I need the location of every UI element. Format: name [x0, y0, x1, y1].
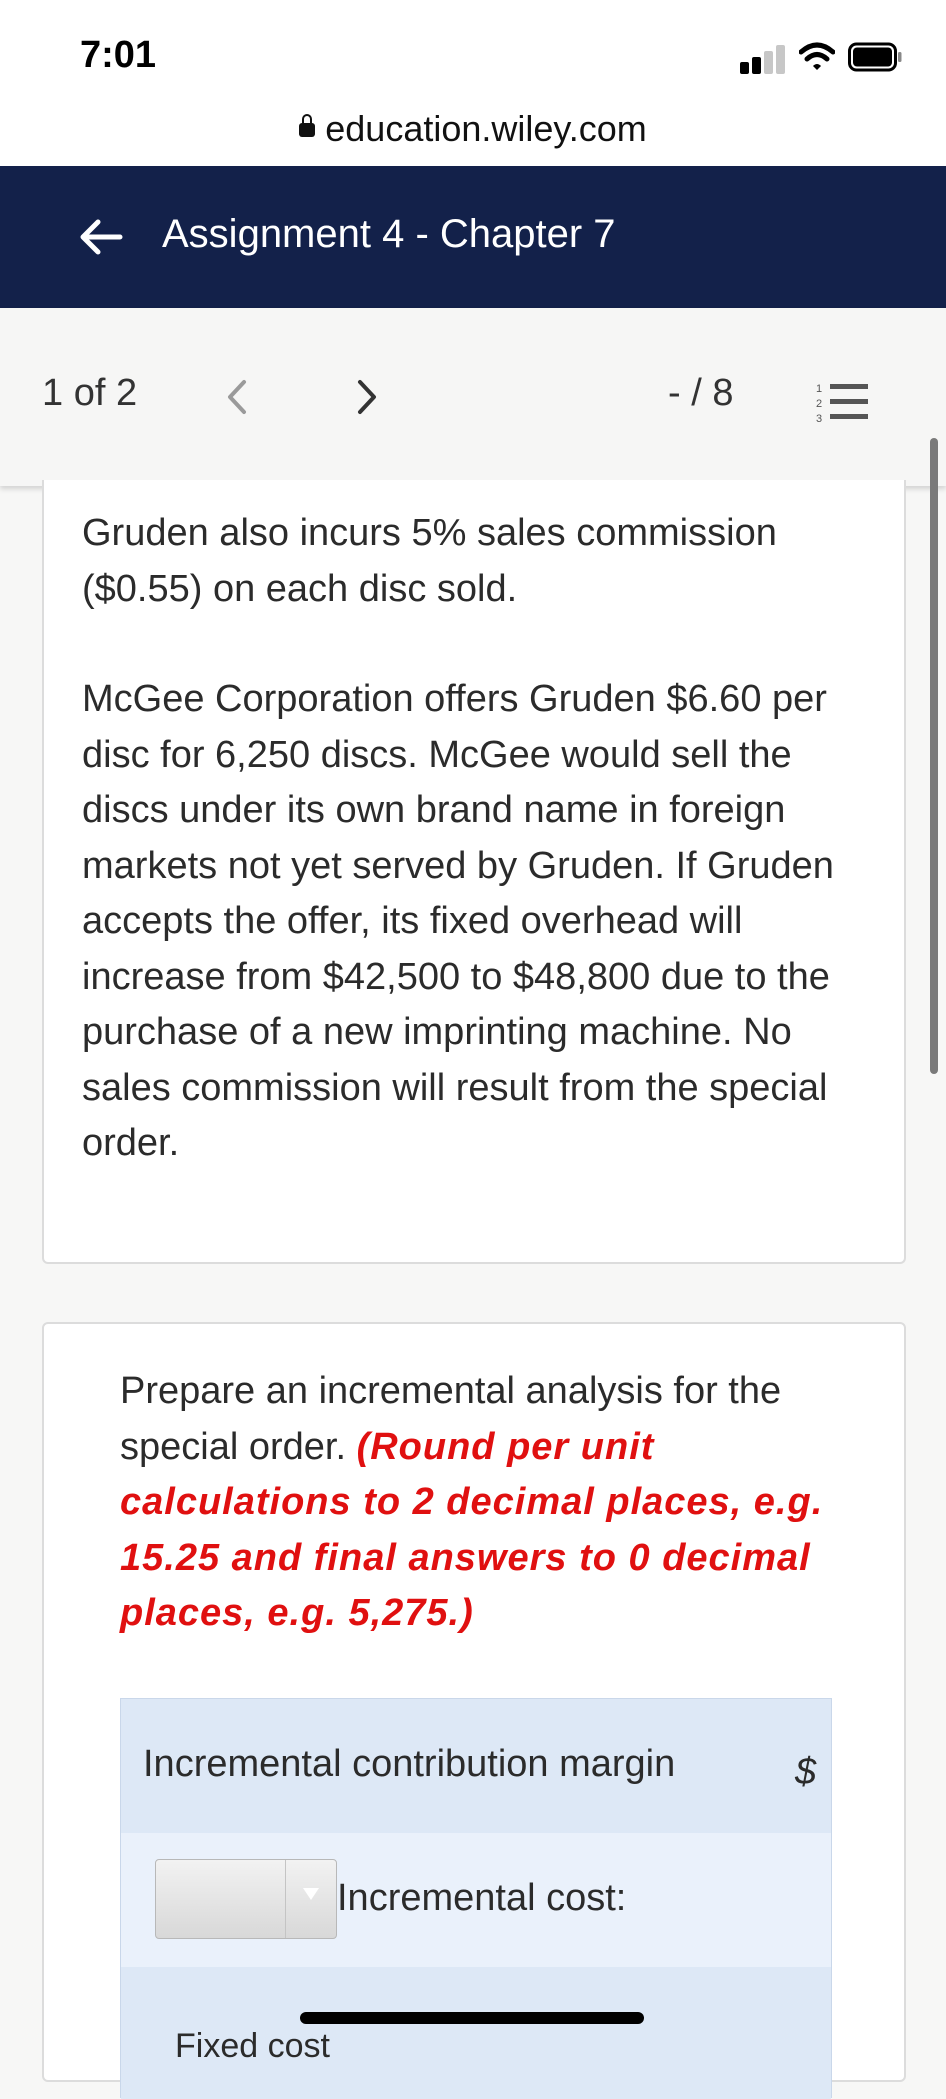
url-text: education.wiley.com	[325, 108, 647, 149]
back-arrow-icon[interactable]	[76, 212, 126, 262]
question-score: - / 8	[668, 372, 734, 414]
assignment-title: Assignment 4 - Chapter 7	[162, 212, 616, 256]
contribution-margin-label: Incremental contribution margin	[143, 1743, 676, 1785]
status-bar: 7:01	[0, 0, 946, 108]
currency-symbol: $	[795, 1751, 817, 1793]
question-paragraph-1: Gruden also incurs 5% sales commission (…	[82, 512, 777, 610]
fixed-cost-label: Fixed cost	[175, 2027, 330, 2065]
cost-type-dropdown[interactable]	[155, 1859, 337, 1939]
url-bar[interactable]: education.wiley.com	[0, 108, 946, 166]
wifi-icon	[799, 42, 835, 70]
incremental-cost-label: Incremental cost:	[337, 1877, 627, 1919]
svg-text:1: 1	[816, 383, 822, 395]
task-card: Prepare an incremental analysis for the …	[42, 1322, 906, 2099]
scrollbar[interactable]	[930, 438, 938, 1074]
chevron-right-icon[interactable]	[354, 376, 382, 418]
url-display[interactable]: education.wiley.com	[0, 108, 946, 150]
question-pager: 1 of 2 - / 8 1 2 3	[0, 308, 946, 486]
table-row: Incremental cost:	[121, 1833, 831, 1967]
lock-icon	[299, 114, 316, 137]
svg-text:3: 3	[816, 413, 822, 424]
assignment-header: Assignment 4 - Chapter 7	[0, 166, 946, 308]
battery-icon	[848, 42, 902, 72]
svg-text:2: 2	[816, 398, 822, 410]
chevron-left-icon[interactable]	[222, 376, 250, 418]
question-card: Gruden also incurs 5% sales commission (…	[42, 480, 906, 1264]
numbered-list-icon[interactable]: 1 2 3	[816, 380, 868, 424]
question-paragraph-2: McGee Corporation offers Gruden $6.60 pe…	[82, 678, 834, 1164]
task-instruction: Prepare an incremental analysis for the …	[120, 1364, 860, 1642]
table-row: Fixed cost	[121, 1967, 831, 2099]
table-row: Incremental contribution margin $	[121, 1699, 831, 1833]
chevron-down-icon[interactable]	[285, 1860, 336, 1938]
home-indicator[interactable]	[300, 2012, 644, 2024]
incremental-analysis-table: Incremental contribution margin $ Increm…	[120, 1698, 832, 2099]
signal-icon	[740, 44, 786, 74]
status-time: 7:01	[80, 34, 157, 76]
page-count: 1 of 2	[42, 372, 138, 414]
